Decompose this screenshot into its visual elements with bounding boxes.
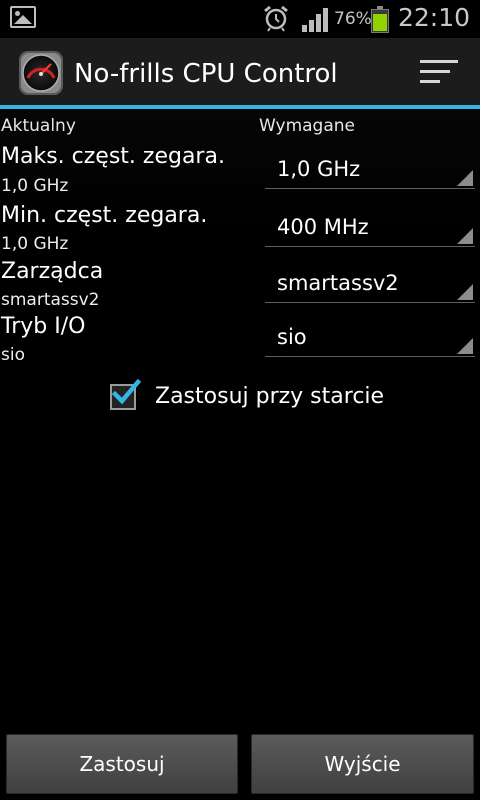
- io-scheduler-current: sio: [1, 345, 25, 365]
- max-freq-value: 1,0 GHz: [277, 157, 361, 181]
- io-scheduler-value: sio: [277, 325, 307, 349]
- max-freq-label: Maks. częst. zegara.: [1, 144, 225, 169]
- app-title: No-frills CPU Control: [74, 59, 338, 89]
- dropdown-arrow-icon: [457, 228, 473, 244]
- governor-spinner[interactable]: smartassv2: [265, 269, 475, 303]
- io-scheduler-label: Tryb I/O: [1, 314, 86, 339]
- dropdown-arrow-icon: [457, 170, 473, 186]
- max-freq-spinner[interactable]: 1,0 GHz: [265, 155, 475, 189]
- battery-icon: [371, 6, 389, 33]
- action-bar: No-frills CPU Control: [0, 38, 480, 105]
- dropdown-arrow-icon: [457, 338, 473, 354]
- screen: 76% 22:10 No-frills CPU Control Aktualny…: [0, 0, 480, 800]
- alarm-icon: [264, 5, 288, 32]
- speedometer-app-icon: [19, 51, 63, 95]
- status-bar: 76% 22:10: [0, 0, 480, 38]
- exit-button[interactable]: Wyjście: [251, 734, 474, 794]
- gallery-icon: [10, 6, 36, 28]
- min-freq-spinner[interactable]: 400 MHz: [265, 213, 475, 247]
- clock: 22:10: [398, 3, 471, 32]
- checkmark-icon: [111, 378, 142, 405]
- max-freq-current: 1,0 GHz: [1, 176, 69, 196]
- apply-on-boot-label[interactable]: Zastosuj przy starcie: [155, 384, 384, 409]
- header-current: Aktualny: [1, 116, 76, 136]
- battery-percent: 76%: [334, 9, 372, 29]
- min-freq-label: Min. częst. zegara.: [1, 203, 208, 228]
- dropdown-arrow-icon: [457, 284, 473, 300]
- governor-value: smartassv2: [277, 271, 399, 295]
- apply-button[interactable]: Zastosuj: [6, 734, 238, 794]
- governor-current: smartassv2: [1, 290, 100, 310]
- sort-menu-icon[interactable]: [412, 58, 458, 86]
- action-bar-divider: [0, 105, 480, 109]
- governor-label: Zarządca: [1, 259, 104, 284]
- header-required: Wymagane: [259, 116, 355, 136]
- apply-on-boot-checkbox[interactable]: [110, 378, 142, 410]
- min-freq-current: 1,0 GHz: [1, 234, 69, 254]
- min-freq-value: 400 MHz: [277, 215, 369, 239]
- signal-icon: [302, 8, 328, 32]
- io-scheduler-spinner[interactable]: sio: [265, 323, 475, 357]
